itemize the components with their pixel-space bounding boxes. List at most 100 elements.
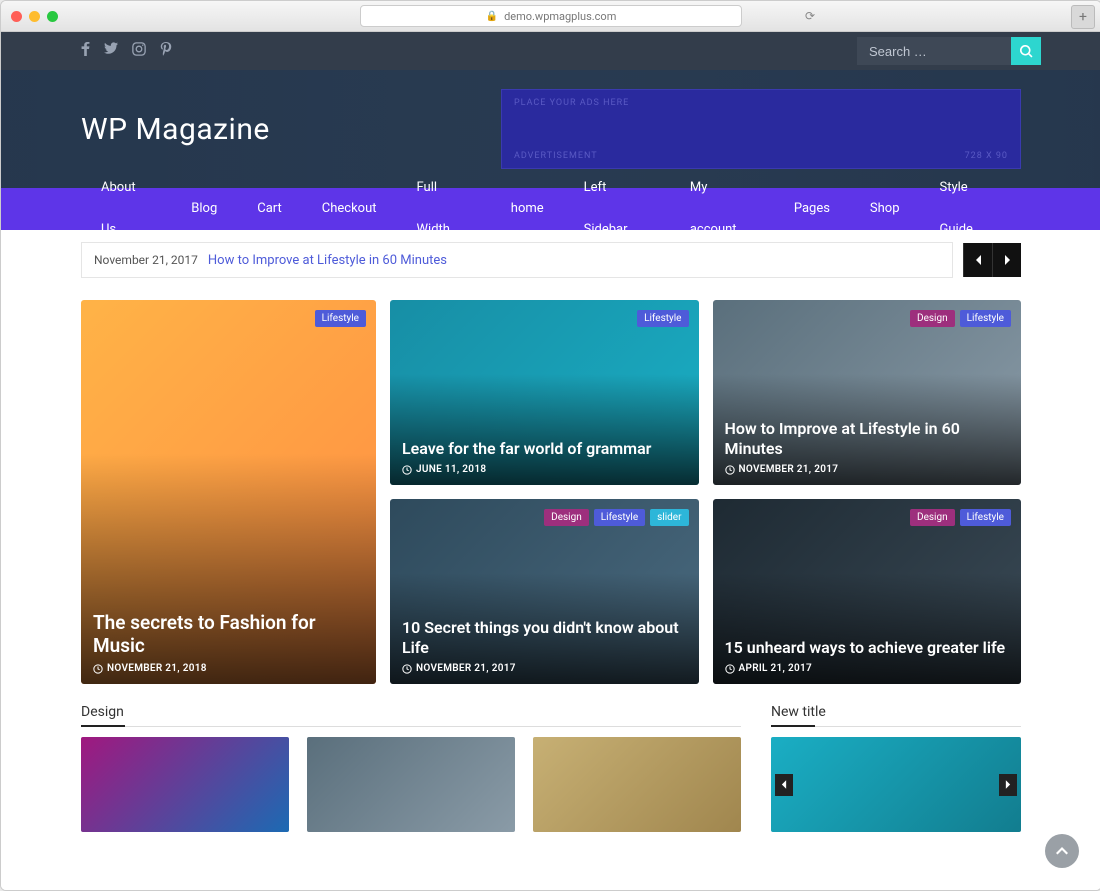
sidebar-next-button[interactable] <box>999 774 1017 796</box>
featured-grid: Lifestyle The secrets to Fashion for Musi… <box>1 290 1100 704</box>
main-nav: About UsBlogCartCheckoutFull WidthhomeLe… <box>1 188 1100 230</box>
category-tag[interactable]: Lifestyle <box>637 310 688 327</box>
nav-item[interactable]: Left Sidebar <box>564 167 670 251</box>
ticker-nav <box>963 243 1021 277</box>
design-thumb[interactable] <box>81 737 289 832</box>
nav-item[interactable]: Pages <box>774 188 850 230</box>
ticker-title: How to Improve at Lifestyle in 60 Minute… <box>208 253 447 268</box>
card-meta: NOVEMBER 21, 2017 <box>402 663 687 674</box>
design-section: Design <box>81 704 741 832</box>
clock-icon <box>93 664 103 674</box>
card-content: Leave for the far world of grammar JUNE 1… <box>402 439 687 475</box>
pinterest-icon[interactable] <box>160 42 172 60</box>
card-content: 10 Secret things you didn't know about L… <box>402 618 687 674</box>
featured-card[interactable]: Design Lifestyle How to Improve at Lifesty… <box>713 300 1022 485</box>
card-date: JUNE 11, 2018 <box>416 464 486 475</box>
browser-window: 🔒 demo.wpmagplus.com ⟳ + <box>0 0 1100 891</box>
sidebar-slider[interactable] <box>771 737 1021 832</box>
featured-card[interactable]: Design Lifestyle slider 10 Secret things yo… <box>390 499 699 684</box>
url-text: demo.wpmagplus.com <box>504 10 616 23</box>
url-bar[interactable]: 🔒 demo.wpmagplus.com <box>360 5 742 27</box>
card-date: NOVEMBER 21, 2017 <box>416 663 516 674</box>
clock-icon <box>725 465 735 475</box>
card-date: NOVEMBER 21, 2018 <box>107 663 207 674</box>
card-meta: NOVEMBER 21, 2017 <box>725 464 1010 475</box>
nav-item[interactable]: Shop <box>850 188 920 230</box>
card-tags: Lifestyle <box>315 310 366 327</box>
sidebar-prev-button[interactable] <box>775 774 793 796</box>
ticker-prev-button[interactable] <box>963 243 992 277</box>
chevron-up-icon <box>1056 847 1068 855</box>
ad-label-top: PLACE YOUR ADS HERE <box>514 98 1008 108</box>
design-thumbs <box>81 737 741 832</box>
ad-label-bottom-right: 728 X 90 <box>965 151 1008 161</box>
nav-item[interactable]: Full Width <box>397 167 491 251</box>
instagram-icon[interactable] <box>132 42 146 60</box>
section-row: Design New title <box>1 704 1100 832</box>
category-tag[interactable]: Lifestyle <box>315 310 366 327</box>
category-tag[interactable]: Design <box>910 310 955 327</box>
new-tab-button[interactable]: + <box>1071 5 1095 29</box>
nav-item[interactable]: My account <box>670 167 774 251</box>
design-thumb[interactable] <box>307 737 515 832</box>
facebook-icon[interactable] <box>81 42 90 60</box>
nav-item[interactable]: Cart <box>237 188 302 230</box>
card-title: The secrets to Fashion for Music <box>93 611 364 659</box>
ticker-date: November 21, 2017 <box>94 253 198 267</box>
sidebar-widget: New title <box>771 704 1021 832</box>
card-tags: Lifestyle <box>637 310 688 327</box>
featured-card[interactable]: Lifestyle Leave for the far world of gram… <box>390 300 699 485</box>
chevron-right-icon <box>1005 780 1011 789</box>
ticker-content[interactable]: November 21, 2017 How to Improve at Life… <box>81 242 953 278</box>
category-tag[interactable]: Lifestyle <box>960 509 1011 526</box>
card-content: The secrets to Fashion for Music NOVEMBER… <box>93 611 364 675</box>
category-tag[interactable]: slider <box>650 509 688 526</box>
minimize-window-button[interactable] <box>29 11 40 22</box>
chevron-right-icon <box>1004 255 1011 265</box>
nav-item[interactable]: Checkout <box>302 188 397 230</box>
card-meta: APRIL 21, 2017 <box>725 663 1010 674</box>
search-icon <box>1020 45 1033 58</box>
category-tag[interactable]: Lifestyle <box>960 310 1011 327</box>
page-viewport: WP Magazine PLACE YOUR ADS HERE ADVERTIS… <box>1 32 1100 890</box>
scroll-to-top-button[interactable] <box>1045 834 1079 868</box>
nav-item[interactable]: Blog <box>171 188 237 230</box>
window-controls <box>11 11 58 22</box>
maximize-window-button[interactable] <box>47 11 58 22</box>
section-heading-design: Design <box>81 704 741 727</box>
twitter-icon[interactable] <box>104 42 118 60</box>
card-title: 10 Secret things you didn't know about L… <box>402 618 687 658</box>
card-content: 15 unheard ways to achieve greater life A… <box>725 638 1010 674</box>
card-title: Leave for the far world of grammar <box>402 439 687 459</box>
chevron-left-icon <box>975 255 982 265</box>
search-form <box>857 37 1041 65</box>
ad-label-bottom-left: ADVERTISEMENT <box>514 151 598 161</box>
clock-icon <box>402 465 412 475</box>
nav-item[interactable]: About Us <box>81 167 171 251</box>
close-window-button[interactable] <box>11 11 22 22</box>
featured-card[interactable]: Lifestyle The secrets to Fashion for Musi… <box>81 300 376 684</box>
refresh-icon[interactable]: ⟳ <box>805 9 815 23</box>
nav-item[interactable]: home <box>491 188 564 230</box>
featured-card[interactable]: Design Lifestyle 15 unheard ways to achiev… <box>713 499 1022 684</box>
header-ad[interactable]: PLACE YOUR ADS HERE ADVERTISEMENT 728 X … <box>501 89 1021 169</box>
top-bar <box>1 32 1100 70</box>
search-input[interactable] <box>857 37 1011 65</box>
clock-icon <box>402 664 412 674</box>
category-tag[interactable]: Design <box>910 509 955 526</box>
category-tag[interactable]: Lifestyle <box>594 509 645 526</box>
card-date: APRIL 21, 2017 <box>739 663 813 674</box>
card-tags: Design Lifestyle <box>910 509 1011 526</box>
design-thumb[interactable] <box>533 737 741 832</box>
site-title[interactable]: WP Magazine <box>81 112 270 147</box>
section-heading-newtitle: New title <box>771 704 1021 727</box>
lock-icon: 🔒 <box>486 11 498 22</box>
ticker-next-button[interactable] <box>992 243 1021 277</box>
browser-chrome: 🔒 demo.wpmagplus.com ⟳ + <box>1 1 1100 32</box>
nav-item[interactable]: Style Guide <box>920 167 1021 251</box>
category-tag[interactable]: Design <box>544 509 589 526</box>
card-content: How to Improve at Lifestyle in 60 Minute… <box>725 419 1010 475</box>
card-title: 15 unheard ways to achieve greater life <box>725 638 1010 658</box>
search-button[interactable] <box>1011 37 1041 65</box>
clock-icon <box>725 664 735 674</box>
